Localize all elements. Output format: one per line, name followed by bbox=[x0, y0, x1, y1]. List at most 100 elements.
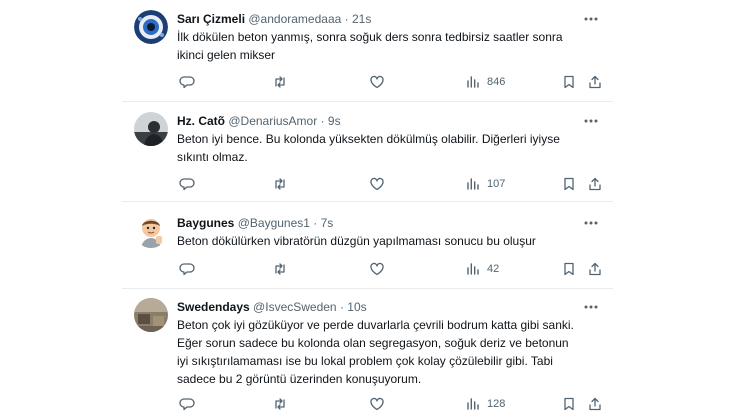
tweet-actions: 128 bbox=[177, 395, 602, 413]
retweet-button[interactable] bbox=[272, 73, 288, 91]
share-icon bbox=[589, 397, 601, 411]
views-button[interactable]: 846 bbox=[465, 73, 505, 91]
like-button[interactable] bbox=[369, 175, 385, 193]
avatar[interactable] bbox=[134, 298, 168, 332]
like-button[interactable] bbox=[369, 73, 385, 91]
views-icon bbox=[467, 398, 479, 410]
reply-button[interactable] bbox=[179, 395, 195, 413]
more-icon[interactable] bbox=[583, 300, 599, 314]
tweet-actions: 846 bbox=[177, 73, 602, 91]
tweet-text-line: Beton iyi bence. Bu kolonda yüksekten dö… bbox=[177, 132, 560, 146]
tweet-text-line: İlk dökülen beton yanmış, sonra soğuk de… bbox=[177, 30, 563, 44]
bookmark-button[interactable] bbox=[561, 395, 577, 413]
retweet-icon bbox=[275, 263, 285, 275]
avatar[interactable] bbox=[134, 214, 168, 248]
display-name[interactable]: Sarı Çizmeli bbox=[177, 12, 245, 26]
tweet-text-line: Beton çok iyi gözüküyor ve perde duvarla… bbox=[177, 318, 574, 332]
timestamp[interactable]: 10s bbox=[347, 300, 366, 314]
tweet-text: İlk dökülen beton yanmış, sonra soğuk de… bbox=[177, 28, 602, 64]
views-button[interactable]: 42 bbox=[465, 260, 499, 278]
tweet-feed: Sarı Çizmeli @andoramedaaa · 21s İlk dök… bbox=[122, 0, 613, 420]
tweet-text: Beton çok iyi gözüküyor ve perde duvarla… bbox=[177, 316, 602, 388]
timestamp[interactable]: 7s bbox=[321, 216, 334, 230]
separator-dot: · bbox=[313, 216, 318, 230]
share-button[interactable] bbox=[587, 73, 603, 91]
views-icon bbox=[467, 263, 479, 275]
tweet-text-line: sıkıntı olmaz. bbox=[177, 150, 248, 164]
views-button[interactable]: 128 bbox=[465, 395, 505, 413]
reply-icon bbox=[179, 398, 195, 411]
user-handle[interactable]: @DenariusAmor bbox=[228, 114, 317, 128]
user-handle[interactable]: @IsvecSweden bbox=[253, 300, 337, 314]
reply-button[interactable] bbox=[179, 73, 195, 91]
views-button[interactable]: 107 bbox=[465, 175, 505, 193]
display-name[interactable]: Swedendays bbox=[177, 300, 250, 314]
avatar[interactable] bbox=[134, 112, 168, 146]
tweet-header: Swedendays @IsvecSweden · 10s bbox=[177, 300, 367, 314]
reply-icon bbox=[179, 178, 195, 191]
tweet[interactable]: Sarı Çizmeli @andoramedaaa · 21s İlk dök… bbox=[122, 0, 613, 102]
separator-dot: · bbox=[344, 12, 349, 26]
tweet-actions: 42 bbox=[177, 260, 602, 278]
share-icon bbox=[589, 262, 601, 276]
tweet-text-line: Beton dökülürken vibratörün düzgün yapıl… bbox=[177, 234, 536, 248]
share-button[interactable] bbox=[587, 175, 603, 193]
separator-dot: · bbox=[339, 300, 344, 314]
tweet-text: Beton iyi bence. Bu kolonda yüksekten dö… bbox=[177, 130, 602, 166]
display-name[interactable]: Baygunes bbox=[177, 216, 234, 230]
display-name[interactable]: Hz. Catõ bbox=[177, 114, 225, 128]
like-button[interactable] bbox=[369, 395, 385, 413]
more-icon[interactable] bbox=[583, 114, 599, 128]
retweet-icon bbox=[275, 178, 285, 190]
bookmark-icon bbox=[564, 397, 574, 411]
share-icon bbox=[589, 177, 601, 191]
user-handle[interactable]: @Baygunes1 bbox=[238, 216, 310, 230]
tweet-text: Beton dökülürken vibratörün düzgün yapıl… bbox=[177, 232, 602, 250]
reply-button[interactable] bbox=[179, 260, 195, 278]
bookmark-button[interactable] bbox=[561, 73, 577, 91]
views-count: 128 bbox=[487, 398, 506, 410]
bookmark-button[interactable] bbox=[561, 175, 577, 193]
timestamp[interactable]: 9s bbox=[328, 114, 341, 128]
user-handle[interactable]: @andoramedaaa bbox=[248, 12, 341, 26]
like-icon bbox=[370, 397, 384, 411]
like-icon bbox=[370, 75, 384, 89]
views-count: 846 bbox=[487, 76, 506, 88]
reply-icon bbox=[179, 76, 195, 89]
bookmark-icon bbox=[564, 262, 574, 276]
bookmark-button[interactable] bbox=[561, 260, 577, 278]
separator-dot: · bbox=[320, 114, 325, 128]
views-count: 42 bbox=[487, 263, 500, 275]
tweet-header: Baygunes @Baygunes1 · 7s bbox=[177, 216, 333, 230]
tweet[interactable]: Baygunes @Baygunes1 · 7s Beton dökülürke… bbox=[122, 202, 613, 289]
avatar[interactable] bbox=[134, 10, 168, 44]
tweet[interactable]: Swedendays @IsvecSweden · 10s Beton çok … bbox=[122, 289, 613, 420]
views-count: 107 bbox=[487, 178, 506, 190]
retweet-icon bbox=[275, 76, 285, 88]
bookmark-icon bbox=[564, 75, 574, 89]
tweet-header: Hz. Catõ @DenariusAmor · 9s bbox=[177, 114, 341, 128]
bookmark-icon bbox=[564, 177, 574, 191]
share-button[interactable] bbox=[587, 260, 603, 278]
more-icon[interactable] bbox=[583, 12, 599, 26]
reply-icon bbox=[179, 263, 195, 276]
retweet-button[interactable] bbox=[272, 260, 288, 278]
views-icon bbox=[467, 76, 479, 88]
timestamp[interactable]: 21s bbox=[352, 12, 371, 26]
retweet-icon bbox=[275, 398, 285, 410]
retweet-button[interactable] bbox=[272, 395, 288, 413]
like-icon bbox=[370, 177, 384, 191]
views-icon bbox=[467, 178, 479, 190]
more-icon[interactable] bbox=[583, 216, 599, 230]
share-icon bbox=[589, 75, 601, 89]
like-button[interactable] bbox=[369, 260, 385, 278]
share-button[interactable] bbox=[587, 395, 603, 413]
tweet[interactable]: Hz. Catõ @DenariusAmor · 9s Beton iyi be… bbox=[122, 102, 613, 202]
like-icon bbox=[370, 262, 384, 276]
tweet-text-line: ikinci gelen mikser bbox=[177, 48, 276, 62]
reply-button[interactable] bbox=[179, 175, 195, 193]
tweet-actions: 107 bbox=[177, 175, 602, 193]
tweet-header: Sarı Çizmeli @andoramedaaa · 21s bbox=[177, 12, 371, 26]
retweet-button[interactable] bbox=[272, 175, 288, 193]
tweet-text-line: Eğer sorun sadece bu kolonda olan segreg… bbox=[177, 336, 569, 350]
